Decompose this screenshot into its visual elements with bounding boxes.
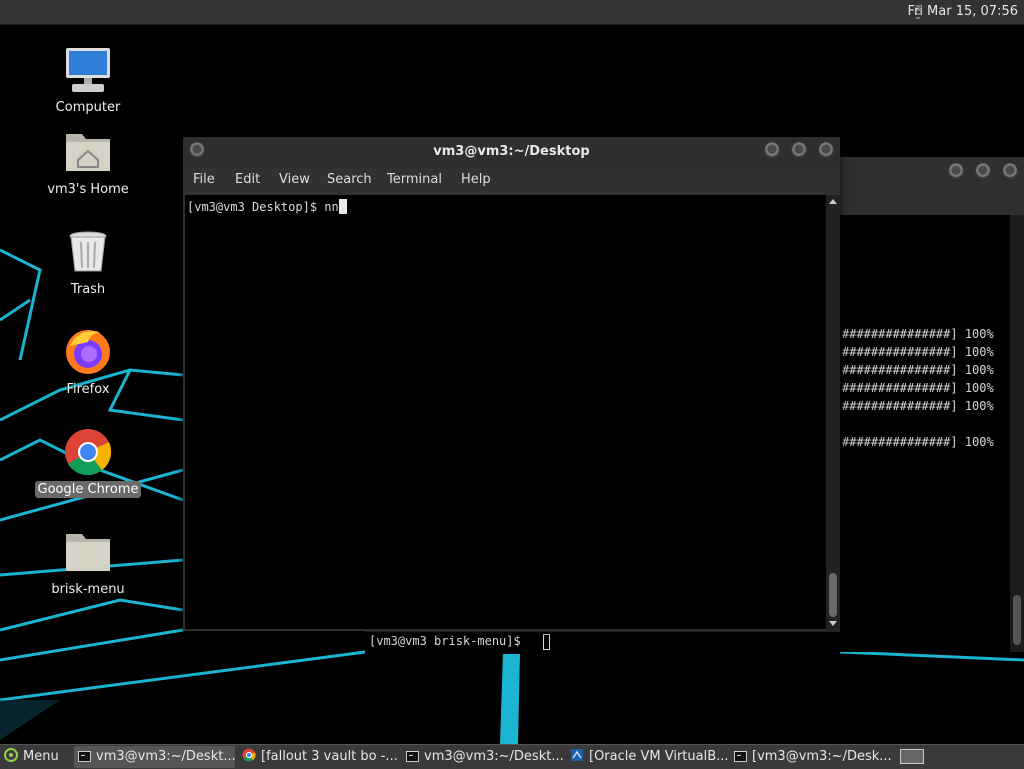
taskbar: Menu vm3@vm3:~/Deskt... [fallout 3 vault… — [0, 744, 1024, 769]
task-label: [vm3@vm3:~/Desk... — [752, 749, 892, 764]
background-terminal-window[interactable]: ###############] 100% ###############] 1… — [840, 157, 1024, 652]
task-terminal-2[interactable]: vm3@vm3:~/Deskt... — [402, 746, 564, 768]
terminal-output[interactable]: ###############] 100% ###############] 1… — [840, 215, 1010, 652]
task-label: [fallout 3 vault bo -... — [261, 749, 398, 764]
terminal-cursor — [338, 199, 347, 214]
terminal-icon — [406, 751, 419, 762]
terminal-area[interactable]: [vm3@vm3 Desktop]$ nn — [185, 195, 826, 629]
minimize-icon[interactable] — [948, 163, 964, 179]
menu-view[interactable]: View — [279, 172, 310, 187]
window-title: vm3@vm3:~/Desktop — [433, 144, 590, 159]
scrollbar[interactable] — [826, 195, 840, 631]
task-label: vm3@vm3:~/Deskt... — [424, 749, 564, 764]
window-titlebar[interactable] — [840, 157, 1024, 215]
scrollbar-thumb[interactable] — [829, 573, 837, 617]
task-terminal-3[interactable]: [vm3@vm3:~/Desk... — [730, 746, 892, 768]
minimize-icon[interactable] — [764, 142, 780, 158]
menubar: File Edit View Search Terminal Help — [183, 167, 840, 195]
terminal-icon — [78, 751, 91, 762]
menu-label: Menu — [23, 749, 59, 764]
close-icon[interactable] — [818, 142, 834, 158]
desktop-icon-brisk-menu[interactable]: brisk-menu — [33, 526, 143, 598]
menu-file[interactable]: File — [193, 172, 215, 187]
desktop-icon-label: Trash — [70, 282, 106, 297]
terminal-line: ###############] 100% — [842, 399, 994, 413]
task-terminal-1[interactable]: vm3@vm3:~/Deskt... — [74, 746, 235, 768]
menu-help[interactable]: Help — [461, 172, 491, 187]
trash-icon — [62, 226, 114, 278]
scroll-down-icon[interactable] — [829, 621, 837, 626]
terminal-line: ###############] 100% — [842, 435, 994, 449]
desktop-icon-trash[interactable]: Trash — [33, 226, 143, 298]
task-virtualbox[interactable]: [Oracle VM VirtualB... — [566, 746, 728, 768]
desktop-icon-computer[interactable]: Computer — [33, 44, 143, 116]
menu-button[interactable]: Menu — [0, 746, 68, 768]
terminal-input[interactable]: nn — [324, 200, 338, 214]
desktop-icon-label: Firefox — [66, 382, 110, 397]
desktop-icon-label: Google Chrome — [34, 481, 142, 498]
folder-icon — [62, 526, 114, 578]
terminal-prompt: [vm3@vm3 Desktop]$ — [187, 200, 325, 214]
scrollbar[interactable] — [1010, 215, 1024, 652]
task-chrome[interactable]: [fallout 3 vault bo -... — [238, 746, 400, 768]
terminal-line: ###############] 100% — [842, 381, 994, 395]
terminal-cursor — [543, 634, 550, 650]
terminal-line: ###############] 100% — [842, 345, 994, 359]
desktop-icon-label: Computer — [55, 100, 121, 115]
menu-search[interactable]: Search — [327, 172, 372, 187]
top-panel: Fri Mar 15, 07:56 — [0, 0, 1024, 25]
menu-logo-icon — [4, 748, 18, 768]
menu-edit[interactable]: Edit — [235, 172, 260, 187]
computer-icon — [62, 44, 114, 96]
window-titlebar[interactable]: vm3@vm3:~/Desktop — [183, 137, 840, 167]
task-label: vm3@vm3:~/Deskt... — [96, 749, 235, 764]
task-label: [Oracle VM VirtualB... — [589, 749, 728, 764]
terminal-line: ###############] 100% — [842, 327, 994, 341]
show-desktop-icon[interactable] — [900, 749, 924, 764]
maximize-icon[interactable] — [791, 142, 807, 158]
main-terminal-window[interactable]: vm3@vm3:~/Desktop File Edit View Search … — [183, 137, 840, 631]
desktop-icon-label: vm3's Home — [47, 182, 129, 197]
clock[interactable]: Fri Mar 15, 07:56 — [907, 4, 1018, 19]
chrome-icon — [242, 748, 256, 768]
scroll-up-icon[interactable] — [829, 199, 837, 204]
terminal-icon — [734, 751, 747, 762]
terminal-line: ###############] 100% — [842, 363, 994, 377]
scrollbar-thumb[interactable] — [1013, 595, 1021, 645]
terminal-command-line: [vm3@vm3 Desktop]$ nn — [187, 199, 347, 214]
desktop-icon-home[interactable]: vm3's Home — [33, 126, 143, 198]
menu-terminal[interactable]: Terminal — [387, 172, 442, 187]
desktop-icon-label: brisk-menu — [51, 582, 125, 597]
desktop-icon-google-chrome[interactable]: Google Chrome — [33, 426, 143, 498]
home-folder-icon — [62, 126, 114, 178]
firefox-icon — [62, 326, 114, 378]
brisk-menu-terminal-strip[interactable]: [vm3@vm3 brisk-menu]$ — [365, 631, 840, 654]
desktop-icon-firefox[interactable]: Firefox — [33, 326, 143, 398]
terminal-prompt: [vm3@vm3 brisk-menu]$ — [369, 634, 528, 648]
chrome-icon — [62, 426, 114, 478]
close-icon[interactable] — [1002, 163, 1018, 179]
virtualbox-icon — [570, 748, 584, 768]
maximize-icon[interactable] — [975, 163, 991, 179]
